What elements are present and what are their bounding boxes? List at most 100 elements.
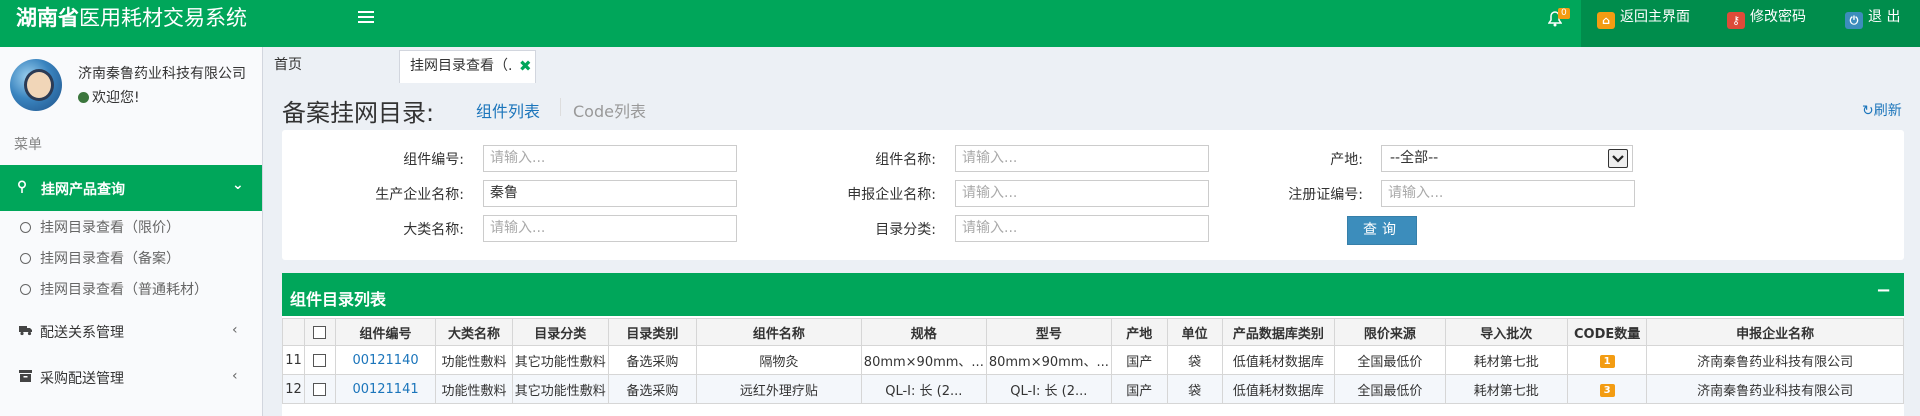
tab-code-list[interactable]: Code列表 xyxy=(573,98,646,122)
catalog-class-input[interactable]: 请输入... xyxy=(955,215,1209,242)
row-checkbox[interactable] xyxy=(313,382,327,396)
cell-component-code[interactable]: 00121141 xyxy=(334,374,437,404)
header-actions: ⌂ 返回主界面 ⚷ 修改密码 ⏻ 退 出 xyxy=(1581,0,1920,47)
component-code-link[interactable]: 00121140 xyxy=(352,353,418,368)
row-select[interactable] xyxy=(303,374,336,404)
online-dot-icon xyxy=(78,92,89,103)
col-model: 型号 xyxy=(985,318,1112,346)
col-index xyxy=(282,318,305,346)
refresh-button[interactable]: ↻刷新 xyxy=(1862,100,1902,120)
change-password-label: 修改密码 xyxy=(1750,9,1806,25)
sidebar-toggle-icon[interactable] xyxy=(358,11,374,25)
list-header: 组件目录列表 − xyxy=(282,276,1904,316)
cell-category: 功能性敷料 xyxy=(435,374,513,404)
cell-origin: 国产 xyxy=(1110,345,1168,375)
tab-component-list[interactable]: 组件列表 xyxy=(476,98,540,122)
table-row[interactable]: 11 00121140 功能性敷料 其它功能性敷料 备选采购 隔物灸 80mm×… xyxy=(282,345,1904,375)
code-count-badge[interactable]: 3 xyxy=(1599,383,1615,397)
sidebar-item-label: 采购配送管理 xyxy=(40,371,124,387)
change-password-button[interactable]: ⚷ 修改密码 xyxy=(1727,7,1806,29)
chevron-left-icon: ‹ xyxy=(232,368,238,384)
row-checkbox[interactable] xyxy=(313,353,327,367)
cell-category: 功能性敷料 xyxy=(435,345,513,375)
col-catalog-type: 目录类别 xyxy=(607,318,697,346)
col-component-name: 组件名称 xyxy=(695,318,862,346)
circle-icon xyxy=(20,253,31,264)
cell-price-source: 全国最低价 xyxy=(1334,345,1446,375)
sidebar-item-product-query[interactable]: 挂网产品查询 ⌄ xyxy=(0,165,262,211)
chevron-down-icon xyxy=(1608,149,1628,168)
home-icon: ⌂ xyxy=(1597,12,1615,29)
origin-select[interactable]: --全部-- xyxy=(1381,145,1633,172)
row-select[interactable] xyxy=(303,345,336,375)
cell-model: 80mm×90mm、... xyxy=(985,345,1112,375)
col-select-all[interactable] xyxy=(303,318,336,346)
manufacturer-input[interactable]: 秦鲁 xyxy=(483,180,737,207)
cell-catalog-type: 备选采购 xyxy=(607,345,697,375)
sidebar-item-label: 挂网产品查询 xyxy=(41,182,125,198)
cell-code-count[interactable]: 1 xyxy=(1566,345,1648,375)
col-db-type: 产品数据库类别 xyxy=(1221,318,1336,346)
sidebar-subitem-general[interactable]: 挂网目录查看（普通耗材） xyxy=(20,279,208,301)
cell-component-code[interactable]: 00121140 xyxy=(334,345,437,375)
col-spec: 规格 xyxy=(860,318,987,346)
notification-bell[interactable]: 0 xyxy=(1546,8,1570,32)
col-code-count: CODE数量 xyxy=(1566,318,1648,346)
sidebar-subitem-label: 挂网目录查看（限价） xyxy=(40,220,180,236)
category-input[interactable]: 请输入... xyxy=(483,215,737,242)
cell-component-name: 远红外理疗贴 xyxy=(695,374,862,404)
component-list-panel: 组件目录列表 − 组件编号 大类名称 目录分类 目录类别 组件名称 规格 型号 … xyxy=(282,273,1904,416)
app-title-system: 医用耗材交易系统 xyxy=(79,6,247,30)
tab-home[interactable]: 首页 xyxy=(274,50,302,83)
logout-label: 退 出 xyxy=(1868,9,1901,25)
component-code-input[interactable]: 请输入... xyxy=(483,145,737,172)
table-row[interactable]: 12 00121141 功能性敷料 其它功能性敷料 备选采购 远红外理疗贴 QL… xyxy=(282,374,1904,404)
component-code-link[interactable]: 00121141 xyxy=(352,382,418,397)
logout-button[interactable]: ⏻ 退 出 xyxy=(1845,7,1901,29)
tab-catalog-view[interactable]: 挂网目录查看（. ✖ xyxy=(399,50,536,83)
col-catalog-class: 目录分类 xyxy=(511,318,609,346)
top-navbar: 湖南省医用耗材交易系统 0 ⌂ 返回主界面 ⚷ 修改密码 ⏻ 退 出 xyxy=(0,0,1920,47)
cell-catalog-type: 备选采购 xyxy=(607,374,697,404)
row-index: 12 xyxy=(282,374,305,404)
origin-label: 产地: xyxy=(1330,152,1363,168)
truck-icon xyxy=(19,324,33,340)
close-icon[interactable]: ✖ xyxy=(519,51,532,82)
sidebar-subitem-price-limit[interactable]: 挂网目录查看（限价） xyxy=(20,217,180,239)
table-header-row: 组件编号 大类名称 目录分类 目录类别 组件名称 规格 型号 产地 单位 产品数… xyxy=(282,318,1904,346)
select-all-checkbox[interactable] xyxy=(313,325,327,339)
sidebar-subitem-label: 挂网目录查看（备案） xyxy=(40,251,180,267)
user-status: 欢迎您! xyxy=(78,87,140,107)
sidebar: 济南秦鲁药业科技有限公司 欢迎您! 菜单 挂网产品查询 ⌄ 挂网目录查看（限价）… xyxy=(0,47,263,416)
sidebar-item-delivery-relation[interactable]: 配送关系管理 ‹ xyxy=(0,313,262,349)
map-pin-icon xyxy=(17,180,27,193)
manufacturer-label: 生产企业名称: xyxy=(375,187,464,203)
circle-icon xyxy=(20,284,31,295)
sidebar-item-purchase-delivery[interactable]: 采购配送管理 ‹ xyxy=(0,359,262,395)
row-index: 11 xyxy=(282,345,305,375)
divider xyxy=(560,98,561,116)
sidebar-subitem-label: 挂网目录查看（普通耗材） xyxy=(40,282,208,298)
tab-catalog-view-label: 挂网目录查看（. xyxy=(410,58,513,74)
cell-db-type: 低值耗材数据库 xyxy=(1221,374,1336,404)
cell-origin: 国产 xyxy=(1110,374,1168,404)
component-code-label: 组件编号: xyxy=(403,152,464,168)
cell-spec: 80mm×90mm、... xyxy=(860,345,987,375)
app-title-province: 湖南省 xyxy=(16,5,79,30)
user-status-label: 欢迎您! xyxy=(92,90,140,106)
cell-batch: 耗材第七批 xyxy=(1444,345,1569,375)
sidebar-subitem-filing[interactable]: 挂网目录查看（备案） xyxy=(20,248,180,270)
back-to-main-button[interactable]: ⌂ 返回主界面 xyxy=(1597,7,1690,29)
cell-catalog-class: 其它功能性敷料 xyxy=(511,374,609,404)
cell-applicant: 济南秦鲁药业科技有限公司 xyxy=(1646,374,1904,404)
avatar xyxy=(10,59,62,111)
collapse-icon[interactable]: − xyxy=(1876,280,1891,301)
code-count-badge[interactable]: 1 xyxy=(1599,354,1615,368)
col-category: 大类名称 xyxy=(435,318,513,346)
category-label: 大类名称: xyxy=(403,222,464,238)
col-price-source: 限价来源 xyxy=(1334,318,1446,346)
cell-code-count[interactable]: 3 xyxy=(1566,374,1648,404)
reg-cert-input[interactable]: 请输入... xyxy=(1381,180,1635,207)
refresh-label: 刷新 xyxy=(1873,103,1902,119)
query-button[interactable]: 查询 xyxy=(1347,216,1417,245)
